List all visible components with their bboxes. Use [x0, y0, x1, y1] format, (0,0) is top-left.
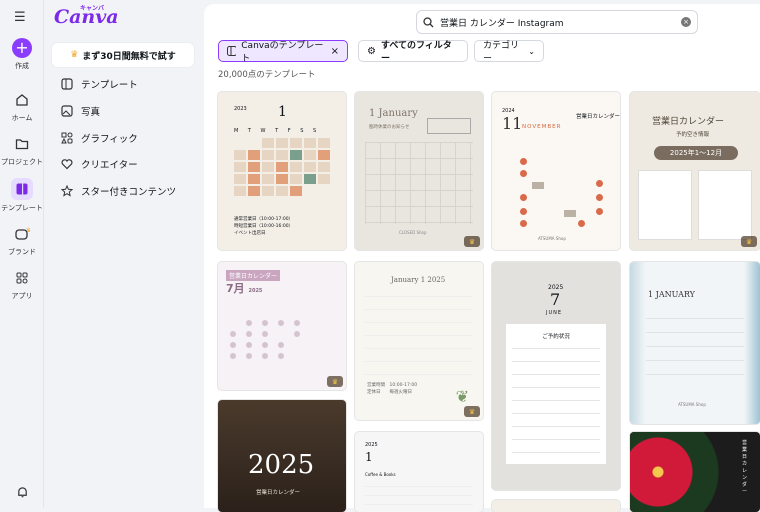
calendar-grid — [228, 320, 334, 359]
create-button[interactable]: + 作成 — [0, 38, 44, 71]
premium-crown-icon: ♛ — [741, 236, 757, 247]
canva-logo[interactable]: Canva キャンバ — [54, 5, 119, 28]
notification-bell-icon[interactable] — [0, 486, 44, 501]
apps-icon — [12, 268, 32, 288]
folder-icon — [12, 134, 32, 154]
premium-crown-icon: ♛ — [327, 376, 343, 387]
home-icon — [12, 90, 32, 110]
star-icon — [60, 185, 73, 198]
rail-project[interactable]: プロジェクト — [0, 134, 44, 167]
clear-search-icon[interactable]: × — [681, 17, 691, 27]
premium-crown-icon: ♛ — [464, 406, 480, 417]
calendar-grid — [512, 348, 600, 458]
camellia-image — [630, 432, 730, 512]
template-card[interactable] — [492, 500, 620, 512]
collapse-menu-icon[interactable]: ☰ — [14, 10, 26, 25]
template-card[interactable]: 営業日カレンダー 7月 2025 ♛ — [218, 262, 346, 390]
template-card[interactable]: 2025 営業日カレンダー — [218, 400, 346, 512]
side-panel: Canva キャンバ ♛ まず30日間無料で試す テンプレート 写真 グラフィック … — [44, 0, 204, 508]
all-filters-button[interactable]: ⚙ すべてのフィルター — [358, 40, 468, 64]
nav-starred[interactable]: スター付きコンテンツ — [60, 184, 176, 198]
template-card[interactable]: 営業日カレンダー — [630, 432, 760, 512]
crown-icon: ♛ — [70, 50, 79, 60]
search-bar[interactable]: 営業日 カレンダー Instagram × — [416, 10, 698, 34]
search-input[interactable]: 営業日 カレンダー Instagram — [440, 16, 681, 29]
calendar-grid — [502, 140, 612, 230]
canva-templates-chip[interactable]: Canvaのテンプレート × — [218, 40, 348, 64]
template-card[interactable]: 2024 11 NOVEMBER 営業日カレンダー ATSUMA Shop — [492, 92, 620, 250]
calendar-grid — [365, 296, 473, 376]
search-icon — [423, 16, 434, 27]
calendar-grid — [365, 142, 473, 224]
free-trial-button[interactable]: ♛ まず30日間無料で試す — [52, 43, 194, 67]
main-content: 営業日 カレンダー Instagram × Canvaのテンプレート × ⚙ す… — [204, 4, 760, 512]
plus-icon: + — [12, 38, 32, 58]
result-count: 20,000点のテンプレート — [218, 70, 316, 80]
template-icon — [11, 178, 33, 200]
nav-photos[interactable]: 写真 — [60, 104, 100, 118]
rail-brand[interactable]: ♛ ブランド — [0, 224, 44, 257]
photo-icon — [60, 105, 73, 118]
nav-templates[interactable]: テンプレート — [60, 77, 138, 91]
rail-apps[interactable]: アプリ — [0, 268, 44, 301]
left-rail: ☰ + 作成 ホーム プロジェクト テンプレート ♛ ブランド アプリ — [0, 0, 44, 508]
premium-crown-icon: ♛ — [464, 236, 480, 247]
template-card[interactable]: 2025 1 Coffee & Books — [355, 432, 483, 512]
svg-text:♛: ♛ — [26, 227, 30, 234]
template-card[interactable]: 2025 7 JUNE ご予約状況 — [492, 262, 620, 490]
rail-home[interactable]: ホーム — [0, 90, 44, 123]
template-card[interactable]: 2023 1 M T W T F S S 通常営業日（10:00-17:00） … — [218, 92, 346, 250]
heart-icon — [60, 158, 73, 171]
rail-template[interactable]: テンプレート — [0, 178, 44, 213]
template-icon — [227, 46, 237, 56]
shapes-icon — [60, 132, 73, 145]
calendar-grid — [234, 138, 330, 196]
leaf-decoration: ❦ — [455, 387, 469, 406]
template-card[interactable]: 1 January 臨時休業のお知らせ CLOSED Shop ♛ — [355, 92, 483, 250]
nav-creator[interactable]: クリエイター — [60, 157, 138, 171]
calendar-grid — [646, 318, 744, 386]
template-card[interactable]: 営業日カレンダー 予約空き情報 2025年1〜12月 ♛ — [630, 92, 760, 250]
template-card[interactable]: 1 JANUARY ATSUMA Shop — [630, 262, 760, 424]
category-dropdown[interactable]: カテゴリー ⌄ — [474, 40, 544, 64]
brand-icon: ♛ — [12, 224, 32, 244]
nav-graphics[interactable]: グラフィック — [60, 131, 138, 145]
template-icon — [60, 78, 73, 91]
template-card[interactable]: January 1 2025 営業時間 10:00-17:00 定休日 毎週火曜… — [355, 262, 483, 420]
chevron-down-icon: ⌄ — [528, 46, 535, 56]
remove-chip-icon[interactable]: × — [331, 46, 339, 57]
filter-icon: ⚙ — [367, 45, 376, 57]
